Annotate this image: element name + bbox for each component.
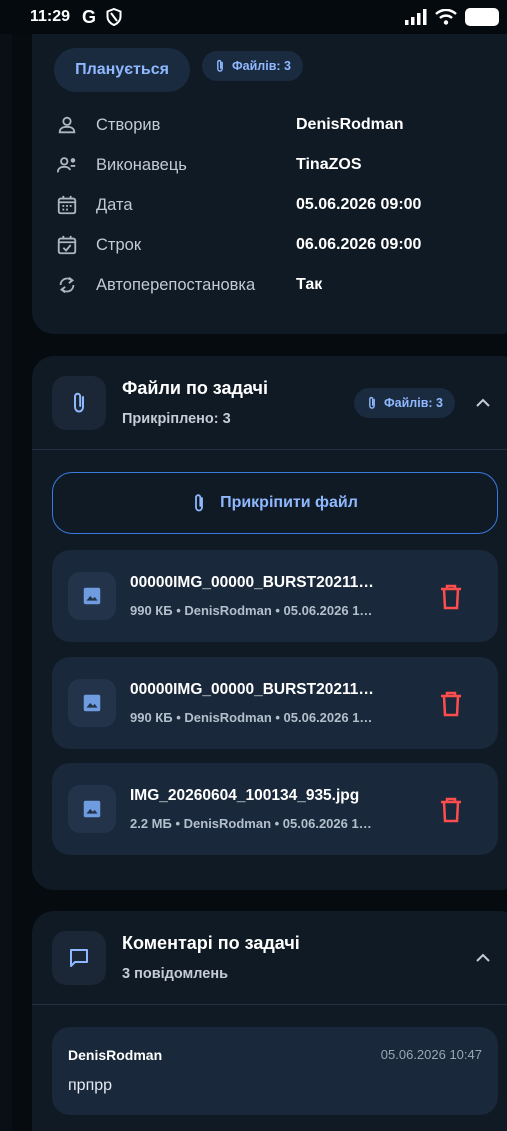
calendar-icon: [54, 192, 80, 218]
task-info-card: Планується Файлів: 3 Створив DenisRodman…: [32, 0, 507, 334]
file-meta: 990 КБ • DenisRodman • 05.06.2026 1…: [130, 603, 373, 618]
info-value: TinaZOS: [296, 156, 362, 173]
paperclip-icon: [52, 376, 106, 430]
info-value: 05.06.2026 09:00: [296, 196, 422, 213]
person-icon: [54, 112, 80, 138]
file-meta: 2.2 МБ • DenisRodman • 05.06.2026 1…: [130, 816, 372, 831]
shield-icon: [106, 8, 122, 26]
info-row-deadline: Строк 06.06.2026 09:00: [54, 230, 494, 260]
image-icon: [68, 785, 116, 833]
status-bar: 11:29 G: [0, 0, 507, 34]
delete-icon[interactable]: [438, 796, 464, 824]
comments-section-subtitle: 3 повідомлень: [122, 966, 229, 982]
info-value: DenisRodman: [296, 116, 404, 133]
delete-icon[interactable]: [438, 583, 464, 611]
file-name: 00000IMG_00000_BURST20211…: [130, 574, 374, 591]
info-label: Дата: [96, 195, 133, 214]
info-label: Створив: [96, 115, 161, 134]
info-row-creator: Створив DenisRodman: [54, 110, 494, 140]
info-row-auto-repost: Автоперепостановка Так: [54, 270, 494, 300]
file-item[interactable]: 00000IMG_00000_BURST20211… 990 КБ • Deni…: [52, 657, 498, 749]
files-section-title: Файли по задачі: [122, 378, 268, 398]
image-icon: [68, 679, 116, 727]
assignee-icon: [54, 152, 80, 178]
battery-icon: [465, 8, 499, 26]
file-name: 00000IMG_00000_BURST20211…: [130, 681, 374, 698]
divider: [32, 1004, 507, 1005]
file-item[interactable]: IMG_20260604_100134_935.jpg 2.2 МБ • Den…: [52, 763, 498, 855]
divider: [32, 449, 507, 450]
comment-icon: [52, 931, 106, 985]
comment-time: 05.06.2026 10:47: [380, 1047, 482, 1062]
image-icon: [68, 572, 116, 620]
files-count-text: Файлів: 3: [384, 396, 443, 410]
status-right: [405, 8, 499, 26]
chevron-up-icon[interactable]: [472, 392, 494, 414]
files-section-subtitle: Прикріплено: 3: [122, 411, 231, 427]
file-item[interactable]: 00000IMG_00000_BURST20211… 990 КБ • Deni…: [52, 550, 498, 642]
paperclip-icon: [195, 494, 203, 512]
files-count-text: Файлів: 3: [232, 59, 291, 73]
file-name: IMG_20260604_100134_935.jpg: [130, 787, 360, 804]
file-meta: 990 КБ • DenisRodman • 05.06.2026 1…: [130, 710, 373, 725]
comment-text: прпрр: [68, 1077, 113, 1094]
info-value: Так: [296, 276, 323, 293]
calendar-check-icon: [54, 232, 80, 258]
info-value: 06.06.2026 09:00: [296, 236, 422, 253]
attach-file-label: Прикріпити файл: [220, 494, 358, 511]
attach-file-button[interactable]: Прикріпити файл: [52, 472, 498, 534]
info-label: Автоперепостановка: [96, 275, 256, 294]
comment-author: DenisRodman: [68, 1047, 163, 1063]
info-row-assignee: Виконавець TinaZOS: [54, 150, 494, 180]
delete-icon[interactable]: [438, 690, 464, 718]
left-edge: [0, 0, 12, 1131]
signal-icon: [405, 9, 427, 25]
wifi-icon: [435, 9, 457, 25]
info-label: Строк: [96, 235, 142, 254]
info-label: Виконавець: [96, 155, 187, 174]
files-count-chip[interactable]: Файлів: 3: [202, 51, 303, 81]
info-row-date: Дата 05.06.2026 09:00: [54, 190, 494, 220]
files-count-chip[interactable]: Файлів: 3: [354, 388, 455, 418]
paperclip-icon: [217, 59, 223, 72]
chevron-up-icon[interactable]: [472, 947, 494, 969]
repeat-icon: [54, 272, 80, 298]
paperclip-icon: [369, 396, 375, 409]
comments-card: Коментарі по задачі 3 повідомлень DenisR…: [32, 911, 507, 1131]
comments-section-title: Коментарі по задачі: [122, 933, 300, 953]
task-details-screen: 11:29 G Планується Файлів: 3 Створив Den…: [0, 0, 507, 1131]
status-time: 11:29: [30, 8, 71, 25]
google-icon: G: [82, 6, 97, 27]
comment-item: DenisRodman 05.06.2026 10:47 прпрр: [52, 1027, 498, 1115]
files-card: Файли по задачі Прикріплено: 3 Файлів: 3…: [32, 356, 507, 890]
status-chip[interactable]: Планується: [54, 48, 190, 92]
